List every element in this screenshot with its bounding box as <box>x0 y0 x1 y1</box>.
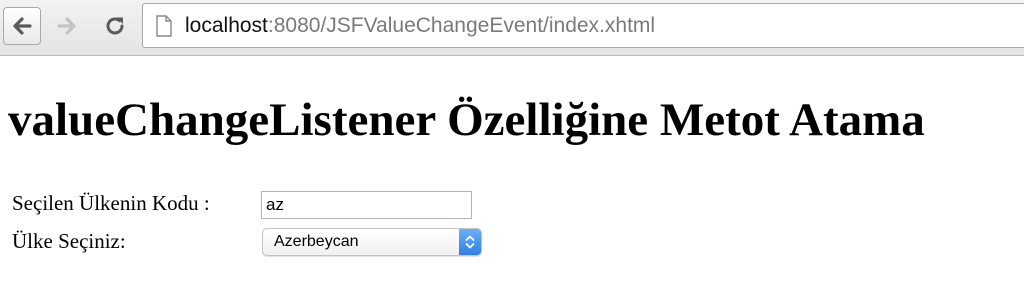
country-select-label: Ülke Seçiniz: <box>12 229 126 253</box>
url-host: localhost <box>185 14 268 37</box>
url-text: localhost:8080/JSFValueChangeEvent/index… <box>185 14 655 38</box>
arrow-right-icon <box>57 17 76 35</box>
reload-icon <box>106 17 124 35</box>
arrow-left-icon <box>13 17 32 35</box>
forward-button[interactable] <box>48 7 86 45</box>
country-code-label: Seçilen Ülkenin Kodu : <box>12 191 210 215</box>
chevron-up-down-icon <box>465 235 475 249</box>
browser-toolbar: localhost:8080/JSFValueChangeEvent/index… <box>0 0 1024 56</box>
select-stepper <box>459 229 481 255</box>
address-bar[interactable]: localhost:8080/JSFValueChangeEvent/index… <box>142 3 1024 48</box>
country-select[interactable]: Azerbeycan <box>262 228 482 256</box>
country-code-input[interactable] <box>261 191 472 219</box>
reload-button[interactable] <box>96 7 134 45</box>
page-icon <box>156 15 172 37</box>
back-button[interactable] <box>3 7 41 45</box>
url-path: :8080/JSFValueChangeEvent/index.xhtml <box>267 14 656 37</box>
page-title: valueChangeListener Özelliğine Metot Ata… <box>8 94 925 146</box>
country-select-value: Azerbeycan <box>274 233 359 250</box>
